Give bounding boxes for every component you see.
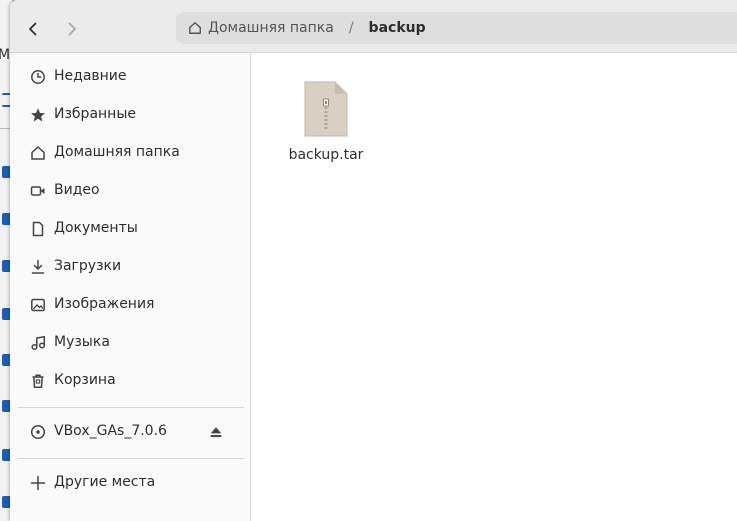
music-icon [31, 335, 46, 351]
sidebar-item-pictures[interactable]: Изображения [10, 286, 250, 324]
sidebar-item-device[interactable]: VBox_GAs_7.0.6 [10, 413, 250, 451]
sidebar-item-home[interactable]: Домашняя папка [10, 134, 250, 172]
clock-icon [31, 70, 45, 84]
sidebar-item-label: Другие места [54, 474, 156, 490]
download-icon [31, 259, 45, 274]
path-bar: Домашняя папка / backup [176, 12, 737, 44]
sidebar-item-label: Корзина [54, 372, 116, 388]
sidebar-item-videos[interactable]: Видео [10, 172, 250, 210]
sidebar-item-label: Домашняя папка [54, 144, 180, 160]
sidebar-item-recent[interactable]: Недавние [10, 58, 250, 96]
file-view: backup.tar [251, 53, 737, 521]
sidebar-divider [18, 407, 244, 408]
sidebar: Недавние Избранные Домашняя папка Видео [10, 53, 251, 521]
sidebar-item-music[interactable]: Музыка [10, 324, 250, 362]
archive-icon [304, 81, 348, 137]
image-icon [31, 298, 45, 312]
forward-button[interactable] [55, 12, 89, 46]
sidebar-item-trash[interactable]: Корзина [10, 362, 250, 400]
home-icon [189, 22, 201, 34]
star-icon [31, 108, 45, 122]
sidebar-item-downloads[interactable]: Загрузки [10, 248, 250, 286]
document-icon [32, 221, 44, 237]
breadcrumb-home[interactable]: Домашняя папка [188, 12, 334, 44]
sidebar-item-documents[interactable]: Документы [10, 210, 250, 248]
breadcrumb-separator: / [348, 20, 354, 36]
sidebar-item-label: Видео [54, 182, 100, 198]
header-bar: Домашняя папка / backup [10, 0, 737, 53]
sidebar-item-starred[interactable]: Избранные [10, 96, 250, 134]
sidebar-item-label: Изображения [54, 296, 155, 312]
video-icon [30, 186, 45, 196]
back-button[interactable] [16, 12, 50, 46]
home-icon [31, 146, 45, 160]
sidebar-item-label: Документы [54, 220, 138, 236]
sidebar-item-label: Загрузки [54, 258, 122, 274]
disc-icon [30, 424, 46, 440]
plus-icon [30, 475, 46, 491]
sidebar-item-other-locations[interactable]: Другие места [10, 464, 250, 502]
file-name: backup.tar [288, 147, 364, 163]
sidebar-item-label: Музыка [54, 334, 110, 350]
breadcrumb-home-label: Домашняя папка [208, 20, 334, 36]
sidebar-item-label: Недавние [54, 68, 127, 84]
chevron-right-icon [68, 22, 76, 36]
sidebar-divider [18, 458, 244, 459]
trash-icon [32, 374, 44, 389]
file-item[interactable]: backup.tar [281, 79, 371, 163]
breadcrumb-current[interactable]: backup [369, 20, 426, 36]
chevron-left-icon [29, 22, 37, 36]
file-manager-window: Домашняя папка / backup Недавние Избранн… [10, 0, 737, 521]
eject-icon[interactable] [209, 425, 223, 439]
sidebar-item-label: Избранные [54, 106, 136, 122]
sidebar-item-label: VBox_GAs_7.0.6 [54, 423, 167, 439]
